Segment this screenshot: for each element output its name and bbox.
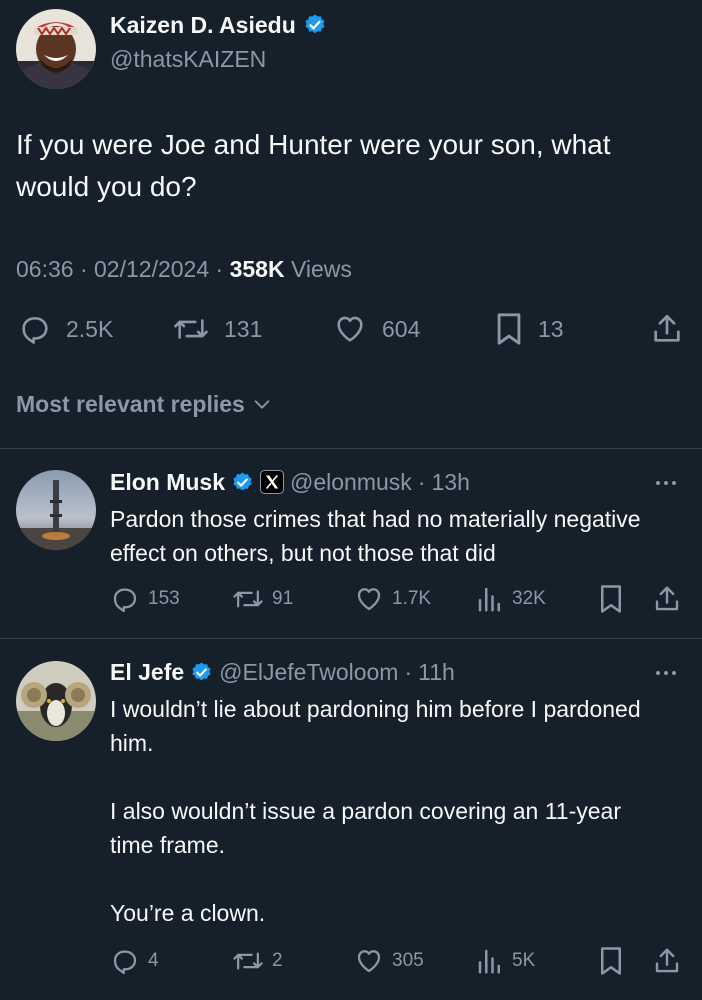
bookmark-icon [598,946,624,976]
share-button[interactable] [650,312,684,346]
reply-button[interactable]: 153 [110,584,180,614]
x-affiliate-icon[interactable] [260,470,285,494]
replies-filter[interactable]: Most relevant replies [16,389,273,419]
verified-badge-icon [231,471,254,494]
reply-avatar[interactable] [16,470,96,550]
reply-count: 2.5K [66,315,114,342]
reply-avatar[interactable] [16,661,96,741]
meta-separator: · [404,659,413,685]
divider [0,448,702,449]
meta-separator: · [209,256,230,282]
tweet-meta: 06:36 · 02/12/2024 · 358K Views [16,254,352,284]
bookmark-button[interactable] [598,584,624,614]
bookmark-button[interactable]: 13 [494,312,564,346]
meta-separator: · [73,256,95,282]
like-icon [354,946,384,976]
reply-time[interactable]: 11h [418,657,455,687]
tweet-text: If you were Joe and Hunter were your son… [16,129,611,202]
reply-icon [18,312,52,346]
retweet-count: 91 [272,588,294,609]
reply-author-name[interactable]: El Jefe [110,657,184,687]
reply-icon [110,584,140,614]
verified-badge-icon [303,13,327,37]
retweet-count: 131 [224,315,263,342]
reply-author-handle[interactable]: @ElJefeTwoloom [219,657,398,687]
author-name[interactable]: Kaizen D. Asiedu [110,10,296,40]
verified-badge-icon [190,661,213,684]
tweet-actions: 2.5K 131 604 13 [0,312,702,352]
like-icon [354,584,384,614]
bookmark-icon [598,584,624,614]
reply-paragraph: You’re a clown. [110,900,266,926]
author-name-row[interactable]: Kaizen D. Asiedu [110,10,327,40]
reply-paragraph: I also wouldn’t issue a pardon covering … [110,798,621,858]
retweet-icon [172,312,210,346]
author-avatar[interactable] [16,9,96,89]
more-icon[interactable] [656,481,676,485]
divider [0,638,702,639]
like-count: 1.7K [392,588,432,609]
like-icon [332,312,368,346]
share-icon [652,946,682,976]
bookmark-count: 13 [538,315,564,342]
tweet-views-count: 358K [229,256,285,282]
retweet-button[interactable]: 91 [232,584,293,614]
reply-author-handle[interactable]: @elonmusk [290,467,412,497]
tweet-views-label: Views [290,256,352,282]
like-button[interactable]: 305 [354,946,424,976]
views-count: 32K [512,588,546,609]
reply-actions: 153 91 1.7K 32K [0,584,702,618]
views-button[interactable]: 32K [476,584,546,614]
tweet-date[interactable]: 02/12/2024 [94,256,209,282]
replies-filter-label: Most relevant replies [16,391,245,417]
meta-separator: · [417,469,426,495]
reply-time[interactable]: 13h [431,467,469,497]
reply-actions: 4 2 305 5K [0,946,702,980]
reply-icon [110,946,140,976]
bookmark-icon [494,312,524,346]
retweet-button[interactable]: 131 [172,312,262,346]
retweet-button[interactable]: 2 [232,946,283,976]
bookmark-button[interactable] [598,946,624,976]
views-count: 5K [512,950,536,971]
views-icon [476,584,504,614]
retweet-icon [232,584,264,614]
reply-text: Pardon those crimes that had no material… [110,506,641,566]
chevron-down-icon [251,393,273,415]
reply-button[interactable]: 2.5K [18,312,113,346]
share-icon [652,584,682,614]
reply-header: Elon Musk @elonmusk · 13h [110,467,470,497]
reply-count: 153 [148,588,180,609]
views-button[interactable]: 5K [476,946,535,976]
like-button[interactable]: 604 [332,312,420,346]
share-button[interactable] [652,584,682,614]
like-count: 604 [382,315,421,342]
author-handle[interactable]: @thatsKAIZEN [110,44,266,74]
like-count: 305 [392,950,424,971]
more-icon[interactable] [656,671,676,675]
like-button[interactable]: 1.7K [354,584,431,614]
reply-button[interactable]: 4 [110,946,159,976]
reply-paragraph: I wouldn’t lie about pardoning him befor… [110,696,641,756]
retweet-count: 2 [272,950,283,971]
reply-text: I wouldn’t lie about pardoning him befor… [110,692,670,930]
share-button[interactable] [652,946,682,976]
reply-count: 4 [148,950,159,971]
share-icon [650,312,684,346]
views-icon [476,946,504,976]
reply-author-name[interactable]: Elon Musk [110,467,225,497]
retweet-icon [232,946,264,976]
reply-header: El Jefe @ElJefeTwoloom · 11h [110,657,455,687]
tweet-time[interactable]: 06:36 [16,256,74,282]
